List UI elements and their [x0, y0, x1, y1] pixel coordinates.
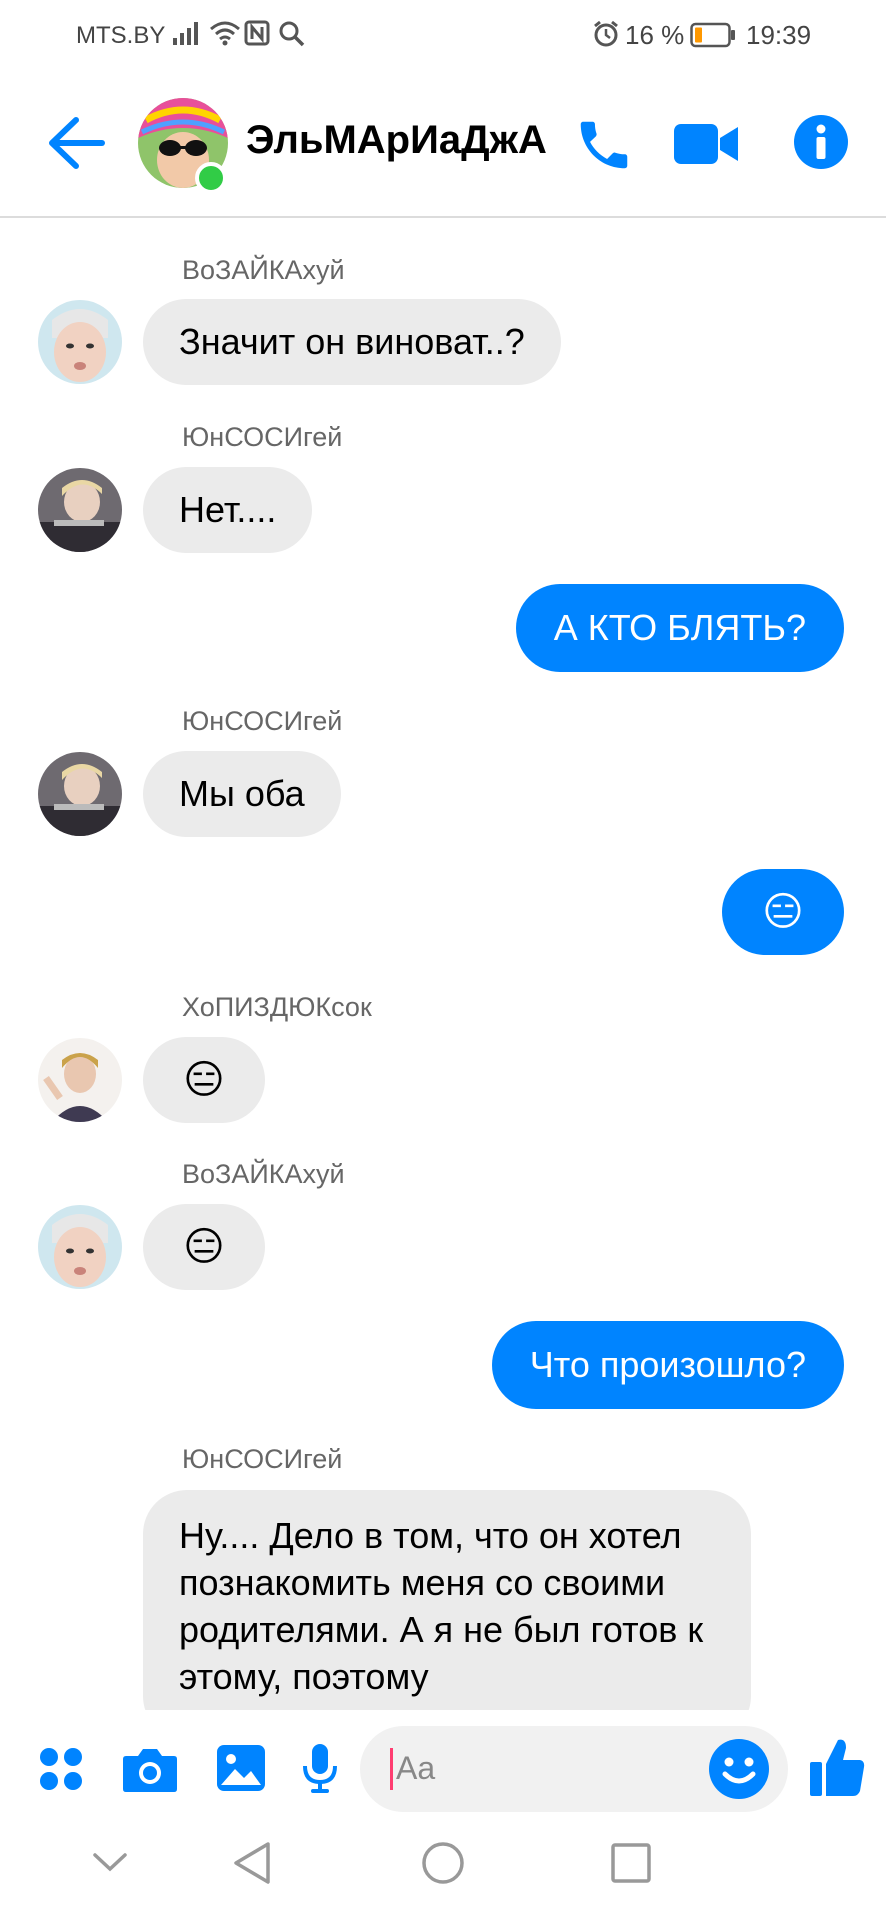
- clock-time: 19:39: [746, 20, 812, 50]
- chat-title[interactable]: ЭльМАрИаДжА: [246, 118, 547, 163]
- message-bubble-incoming[interactable]: 😑: [143, 1204, 265, 1290]
- back-arrow-icon[interactable]: [46, 116, 106, 170]
- carrier-label: MTS.BY: [76, 22, 166, 49]
- microphone-icon[interactable]: [302, 1742, 338, 1799]
- message-composer: Aa: [0, 1710, 886, 1828]
- sender-name: ЮнСОСИгей: [182, 706, 343, 736]
- wifi-icon: [209, 20, 241, 53]
- avatar[interactable]: [38, 752, 122, 836]
- message-bubble-incoming[interactable]: Ну.... Дело в том, что он хотел познаком…: [143, 1490, 751, 1710]
- info-icon[interactable]: [793, 114, 849, 170]
- back-triangle-icon[interactable]: [230, 1840, 274, 1891]
- avatar[interactable]: [38, 1038, 122, 1122]
- input-placeholder: Aa: [396, 1750, 436, 1786]
- avatar[interactable]: [38, 468, 122, 552]
- alarm-icon: [592, 20, 620, 55]
- sender-name: ЮнСОСИгей: [182, 422, 343, 452]
- home-circle-icon[interactable]: [420, 1840, 466, 1891]
- message-bubble-incoming[interactable]: 😑: [143, 1037, 265, 1123]
- sender-name: ВоЗАЙКАхуй: [182, 255, 345, 285]
- message-list[interactable]: ВоЗАЙКАхуй Значит он виноват..? ЮнСОСИге…: [0, 220, 886, 1710]
- camera-icon[interactable]: [122, 1746, 178, 1797]
- sender-name: ВоЗАЙКАхуй: [182, 1159, 345, 1189]
- nfc-icon: [244, 20, 270, 53]
- online-indicator: [195, 162, 227, 194]
- chat-header: ЭльМАрИаДжА: [0, 70, 886, 218]
- chevron-down-icon[interactable]: [92, 1850, 128, 1879]
- search-icon: [278, 20, 306, 55]
- avatar[interactable]: [38, 300, 122, 384]
- message-bubble-outgoing[interactable]: А КТО БЛЯТЬ?: [515, 584, 844, 672]
- message-bubble-outgoing[interactable]: Что произошло?: [491, 1321, 844, 1409]
- gallery-icon[interactable]: [216, 1744, 266, 1797]
- signal-icon: [172, 20, 202, 53]
- message-bubble-outgoing[interactable]: 😑: [722, 869, 844, 955]
- video-camera-icon[interactable]: [674, 122, 740, 166]
- sender-name: ЮнСОСИгей: [182, 1444, 343, 1474]
- apps-icon[interactable]: [38, 1746, 84, 1797]
- recents-square-icon[interactable]: [610, 1842, 652, 1889]
- emoji-icon[interactable]: [708, 1738, 770, 1805]
- battery-percent: 16 %: [625, 20, 685, 50]
- sender-name: ХоПИЗДЮКсок: [182, 992, 372, 1022]
- battery-icon: [690, 22, 736, 55]
- message-bubble-incoming[interactable]: Значит он виноват..?: [143, 299, 561, 385]
- phone-icon[interactable]: [573, 114, 635, 176]
- system-nav-bar: [0, 1828, 886, 1920]
- avatar[interactable]: [38, 1205, 122, 1289]
- message-bubble-incoming[interactable]: Мы оба: [143, 751, 341, 837]
- like-icon[interactable]: [808, 1736, 866, 1803]
- message-bubble-incoming[interactable]: Нет....: [143, 467, 313, 553]
- text-caret: [390, 1748, 393, 1790]
- status-bar: MTS.BY 16 % 19:39: [0, 0, 886, 70]
